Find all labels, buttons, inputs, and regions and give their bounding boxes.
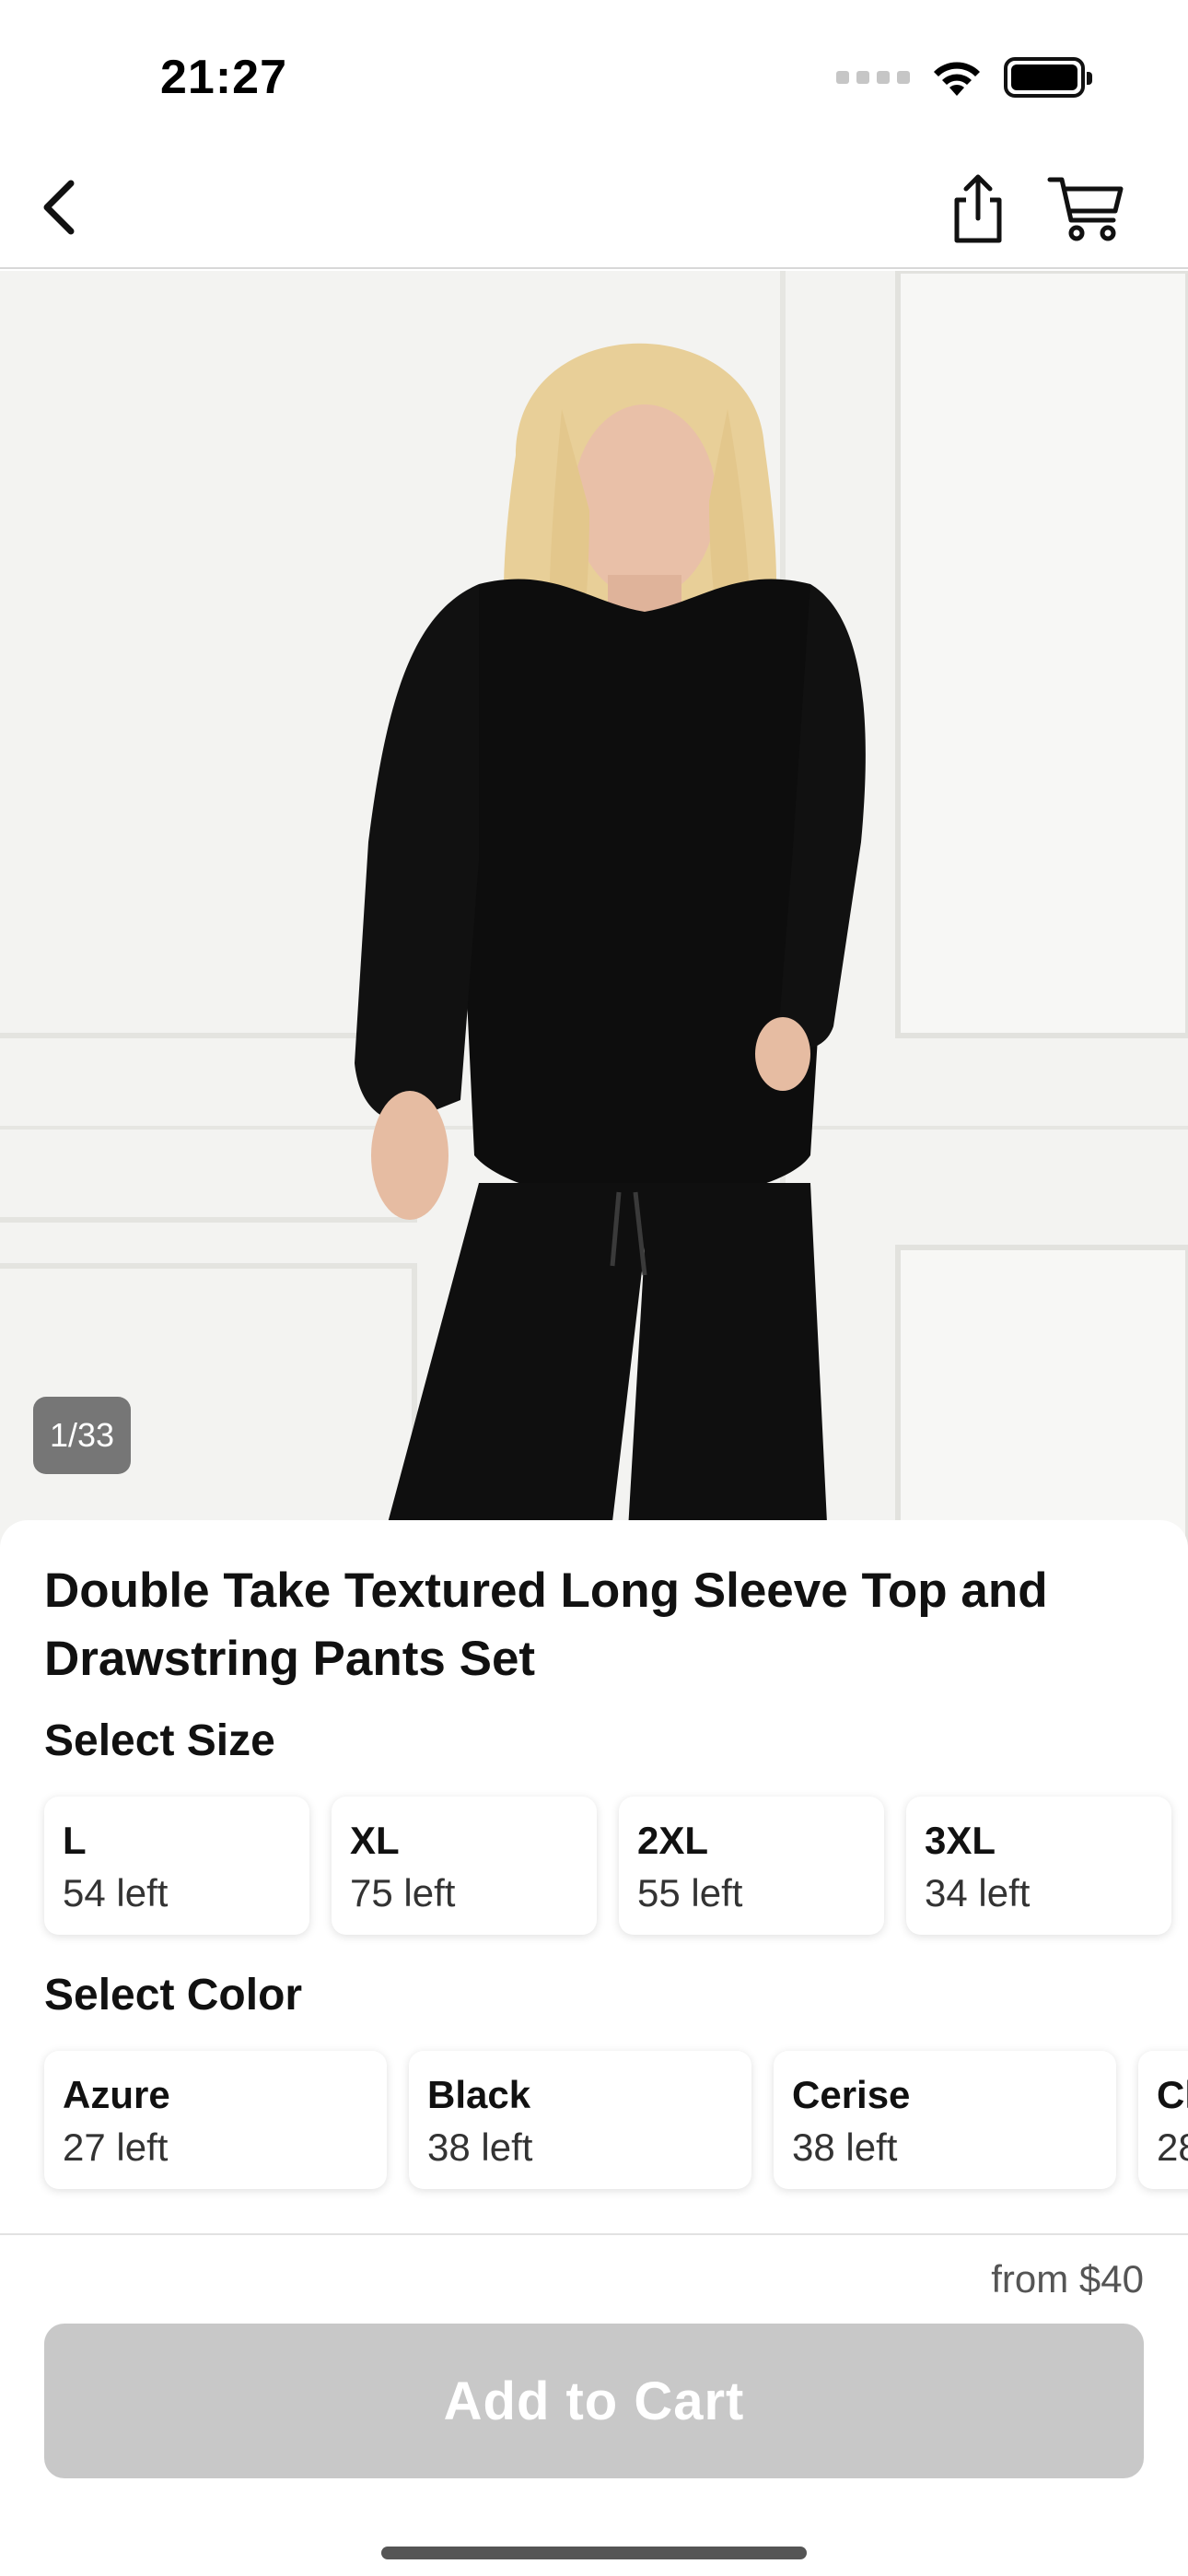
cart-icon <box>1047 177 1124 241</box>
wifi-icon <box>934 62 980 96</box>
color-stock: 38 left <box>427 2125 533 2169</box>
size-option-l[interactable]: L 54 left <box>44 1797 309 1935</box>
color-option-black[interactable]: Black 38 left <box>409 2051 751 2189</box>
color-stock: 27 left <box>63 2125 169 2169</box>
status-bar: 21:27 <box>0 0 1188 147</box>
color-option-cerise[interactable]: Cerise 38 left <box>774 2051 1116 2189</box>
chevron-left-icon <box>43 180 75 235</box>
size-stock: 54 left <box>63 1871 169 1914</box>
navigation-bar <box>0 147 1188 269</box>
product-title: Double Take Textured Long Sleeve Top and… <box>44 1563 1048 1686</box>
status-icons <box>836 57 1092 98</box>
size-name: 3XL <box>925 1819 996 1862</box>
size-options: L 54 left XL 75 left 2XL 55 left 3XL 34 … <box>44 1797 1171 1935</box>
back-button[interactable] <box>28 175 92 240</box>
share-icon <box>954 174 1002 243</box>
size-stock: 75 left <box>350 1871 456 1914</box>
size-stock: 34 left <box>925 1871 1031 1914</box>
price-label: from $40 <box>991 2257 1144 2301</box>
size-option-2xl[interactable]: 2XL 55 left <box>619 1797 884 1935</box>
home-indicator[interactable] <box>381 2547 807 2559</box>
battery-icon <box>1004 57 1092 98</box>
share-button[interactable] <box>943 168 1013 251</box>
color-name: Azure <box>63 2073 170 2116</box>
color-stock: 28 <box>1157 2125 1188 2169</box>
size-name: L <box>63 1819 87 1862</box>
size-option-3xl[interactable]: 3XL 34 left <box>906 1797 1171 1935</box>
add-to-cart-button[interactable]: Add to Cart <box>44 2324 1144 2478</box>
image-counter-badge: 1/33 <box>33 1397 131 1474</box>
cellular-signal-icon <box>836 71 910 84</box>
color-options[interactable]: Azure 27 left Black 38 left Cerise 38 le… <box>44 2051 1188 2189</box>
color-stock: 38 left <box>792 2125 898 2169</box>
color-name: Cl <box>1157 2073 1188 2116</box>
color-option-azure[interactable]: Azure 27 left <box>44 2051 387 2189</box>
product-details-sheet: Double Take Textured Long Sleeve Top and… <box>0 1520 1188 2234</box>
status-time: 21:27 <box>160 51 287 104</box>
color-section-label: Select Color <box>44 1971 303 2020</box>
cart-button[interactable] <box>1042 168 1131 251</box>
color-option-partial[interactable]: Cl 28 <box>1138 2051 1188 2189</box>
color-name: Cerise <box>792 2073 911 2116</box>
product-photo <box>0 271 1188 1561</box>
purchase-bar: from $40 Add to Cart <box>0 2233 1188 2576</box>
size-name: 2XL <box>637 1819 709 1862</box>
size-option-xl[interactable]: XL 75 left <box>332 1797 597 1935</box>
product-image[interactable] <box>0 271 1188 1561</box>
size-stock: 55 left <box>637 1871 743 1914</box>
size-section-label: Select Size <box>44 1716 275 1765</box>
color-name: Black <box>427 2073 531 2116</box>
size-name: XL <box>350 1819 400 1862</box>
